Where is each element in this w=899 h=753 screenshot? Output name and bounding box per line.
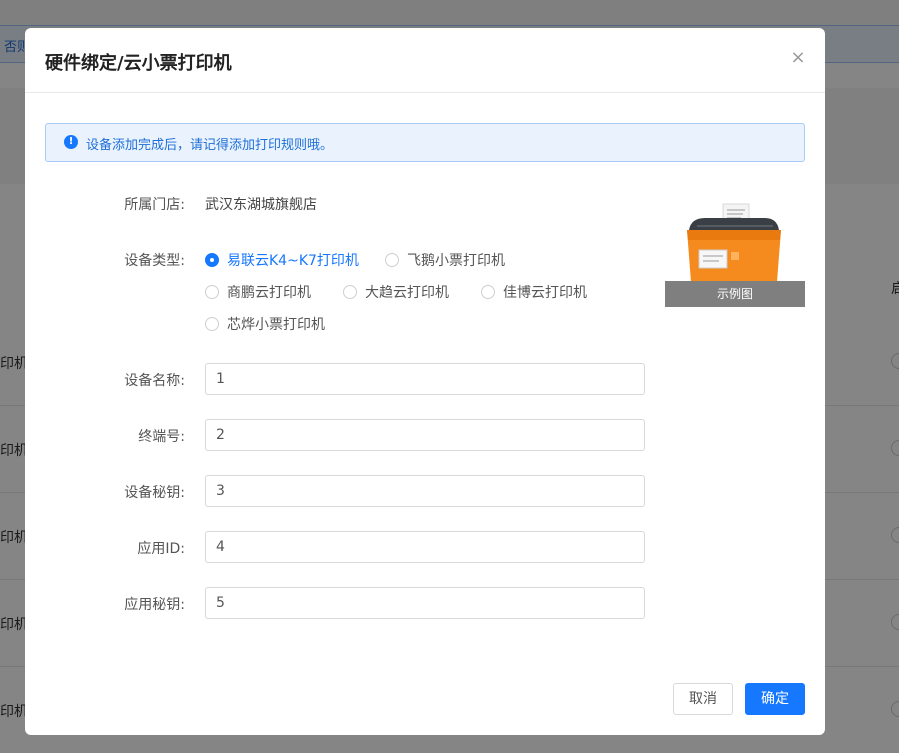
close-icon[interactable]: ×: [789, 49, 807, 67]
terminal-no-label: 终端号:: [138, 429, 185, 445]
dialog-header: 硬件绑定/云小票打印机 ×: [25, 28, 825, 93]
radio-jiabo[interactable]: 佳博云打印机: [481, 282, 587, 302]
device-name-input[interactable]: [205, 363, 645, 395]
radio-shangpeng[interactable]: 商鹏云打印机: [205, 282, 311, 302]
store-value: 武汉东湖城旗舰店: [205, 197, 317, 213]
radio-label: 佳博云打印机: [503, 285, 587, 301]
confirm-button[interactable]: 确定: [745, 683, 805, 715]
device-key-input[interactable]: [205, 475, 645, 507]
radio-label: 大趋云打印机: [365, 285, 449, 301]
radio-daqu[interactable]: 大趋云打印机: [343, 282, 449, 302]
device-type-label: 设备类型:: [124, 253, 185, 269]
radio-yilianyun[interactable]: 易联云K4~K7打印机: [205, 250, 359, 270]
example-image: 示例图: [665, 196, 805, 307]
info-icon: !: [64, 135, 78, 149]
example-caption: 示例图: [665, 281, 805, 307]
notice-text: 设备添加完成后，请记得添加打印规则哦。: [86, 138, 334, 153]
radio-feie[interactable]: 飞鹅小票打印机: [385, 250, 505, 270]
radio-dot: [205, 285, 219, 299]
printer-binding-dialog: 硬件绑定/云小票打印机 × ! 设备添加完成后，请记得添加打印规则哦。 所属门店…: [25, 28, 825, 735]
radio-dot: [205, 253, 219, 267]
store-label: 所属门店:: [124, 197, 185, 213]
cancel-button[interactable]: 取消: [673, 683, 733, 715]
app-key-input[interactable]: [205, 587, 645, 619]
radio-dot: [385, 253, 399, 267]
radio-dot: [343, 285, 357, 299]
radio-xinye[interactable]: 芯烨小票打印机: [205, 314, 325, 334]
radio-label: 易联云K4~K7打印机: [227, 253, 359, 269]
app-id-label: 应用ID:: [137, 541, 185, 557]
dialog-title: 硬件绑定/云小票打印机: [45, 53, 232, 74]
radio-label: 商鹏云打印机: [227, 285, 311, 301]
device-key-label: 设备秘钥:: [124, 485, 185, 501]
radio-dot: [205, 317, 219, 331]
radio-dot: [481, 285, 495, 299]
info-notice: ! 设备添加完成后，请记得添加打印规则哦。: [45, 123, 805, 162]
radio-label: 飞鹅小票打印机: [407, 253, 505, 269]
app-id-input[interactable]: [205, 531, 645, 563]
app-key-label: 应用秘钥:: [124, 597, 185, 613]
device-name-label: 设备名称:: [124, 373, 185, 389]
terminal-no-input[interactable]: [205, 419, 645, 451]
radio-label: 芯烨小票打印机: [227, 317, 325, 333]
